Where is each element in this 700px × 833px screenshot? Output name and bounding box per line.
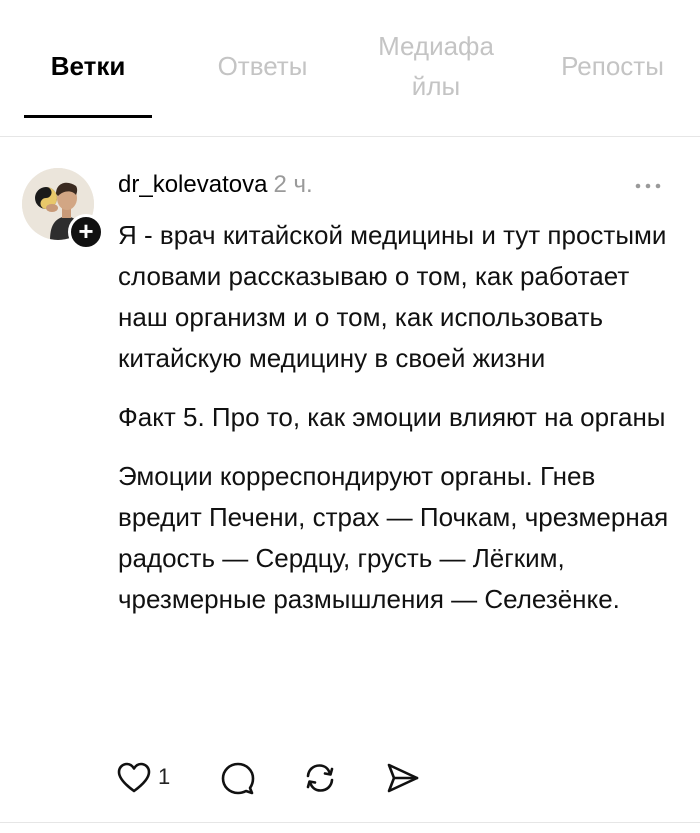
tabs-divider [0, 136, 700, 137]
active-tab-indicator [24, 115, 152, 118]
tab-threads[interactable]: Ветки [20, 46, 156, 86]
post-paragraph: Эмоции корреспондируют органы. Гнев вред… [118, 461, 669, 614]
heart-icon [117, 762, 151, 793]
more-options-icon[interactable] [628, 176, 668, 196]
tab-replies[interactable]: Ответы [195, 46, 330, 86]
reply-button[interactable] [218, 758, 258, 798]
timestamp: 2 ч. [273, 171, 313, 198]
post-paragraph: Факт 5. Про то, как эмоции влияют на орг… [118, 402, 666, 432]
tab-reposts[interactable]: Репосты [540, 46, 685, 86]
like-button[interactable] [114, 758, 154, 798]
comment-icon [221, 762, 255, 795]
repost-button[interactable] [300, 758, 340, 798]
tab-media[interactable]: Медиафа йлы [366, 26, 506, 106]
repost-icon [306, 764, 334, 792]
post-text: Я - врач китайской медицины и тут просты… [118, 215, 686, 638]
like-count: 1 [158, 764, 171, 789]
profile-tabs: Ветки Ответы Медиафа йлы Репосты [0, 0, 700, 118]
follow-plus-icon[interactable]: + [68, 214, 104, 250]
send-icon [387, 763, 419, 793]
share-button[interactable] [382, 758, 422, 798]
post-paragraph: Я - врач китайской медицины и тут просты… [118, 220, 667, 373]
post-header: dr_kolevatova 2 ч. [118, 168, 313, 202]
username[interactable]: dr_kolevatova [118, 171, 267, 198]
post-divider [0, 822, 700, 823]
